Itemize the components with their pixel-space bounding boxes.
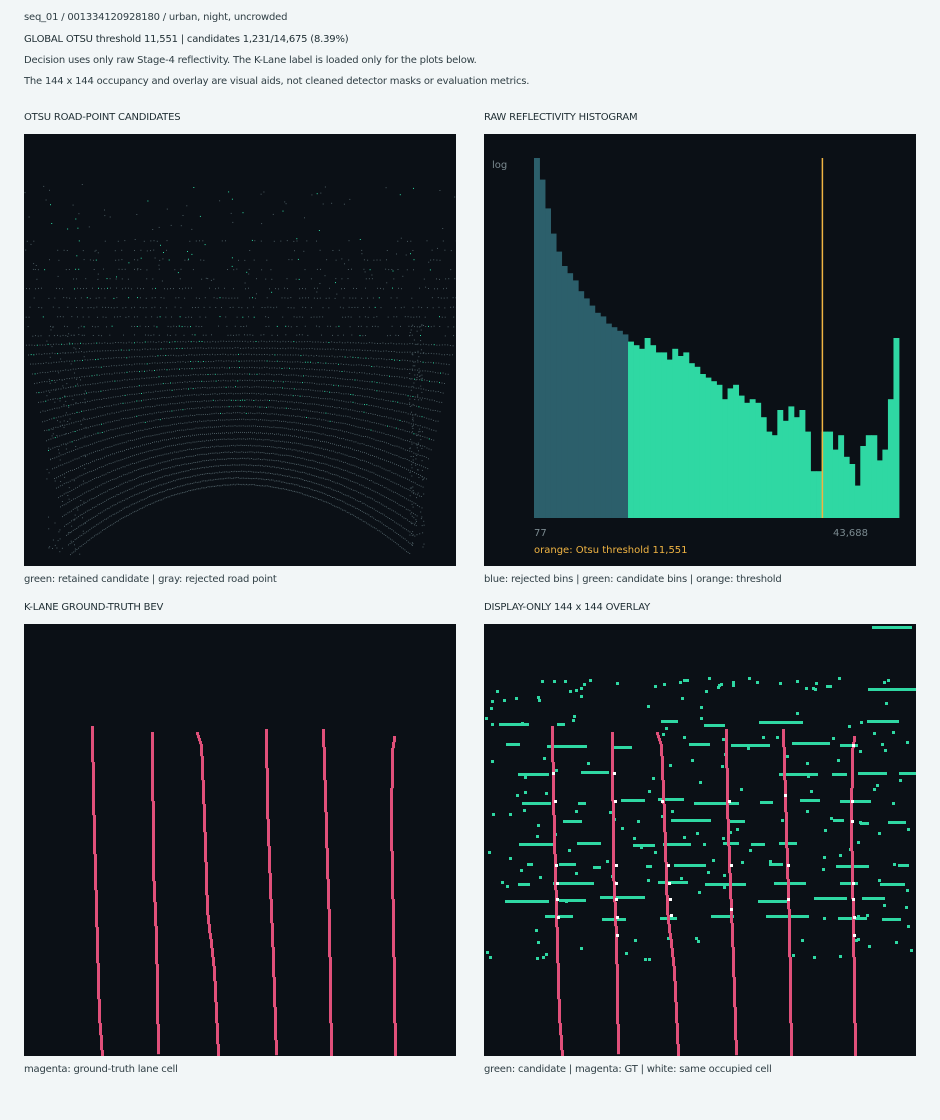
histogram-bar [887,399,894,518]
histogram-bar [556,251,563,518]
histogram-bar [860,446,867,518]
histogram-log-label: log [492,160,507,171]
x-max-label: 43,688 [833,528,868,539]
histogram-bar [854,485,861,518]
histogram-bar [633,345,640,518]
histogram-chart: log 77 43,688 orange: Otsu threshold 11,… [492,158,900,556]
histogram-bar [793,417,800,518]
otsu-summary: GLOBAL OTSU threshold 11,551 | candidate… [24,34,349,45]
overlay-grid [485,626,916,1056]
histogram-bar [677,356,684,518]
x-min-label: 77 [534,528,547,539]
histogram-bar [578,291,585,518]
histogram-bar [644,338,651,518]
histogram-bar [893,338,900,518]
histogram-bar [838,435,845,518]
overlay-caption: green: candidate | magenta: GT | white: … [484,1064,772,1075]
histogram-bar [771,435,778,518]
histogram-bar [666,359,673,518]
histogram-bar [766,431,773,518]
ground-truth-lanes [91,726,397,1056]
histogram-bar [816,471,822,518]
histogram-bar [699,374,706,518]
histogram-bar [788,406,795,518]
histogram-bar [722,399,728,518]
histogram-bar [827,431,834,518]
groundtruth-panel [24,624,456,1056]
candidates-panel-title: OTSU ROAD-POINT CANDIDATES [24,112,181,123]
histogram-bar [672,348,679,518]
histogram-bar [594,312,601,518]
histogram-bar [572,280,579,518]
histogram-bar [843,456,850,518]
histogram-bar [760,417,767,518]
histogram-bar [799,410,806,518]
histogram-bar [733,384,740,518]
description-line-2: The 144 x 144 occupancy and overlay are … [24,76,530,87]
histogram-bar [849,464,856,518]
histogram-bar [650,345,657,518]
candidates-panel [24,134,456,566]
histogram-panel-title: RAW REFLECTIVITY HISTOGRAM [484,112,638,123]
groundtruth-panel-title: K-LANE GROUND-TRUTH BEV [24,602,164,613]
overlay-panel-title: DISPLAY-ONLY 144 x 144 OVERLAY [484,602,650,613]
histogram-bar [749,399,756,518]
histogram-bar [832,449,839,518]
histogram-bar [611,327,618,518]
groundtruth-caption: magenta: ground-truth lane cell [24,1064,178,1075]
histogram-bar [534,158,540,518]
threshold-label: orange: Otsu threshold 11,551 [534,545,688,556]
description-line-1: Decision uses only raw Stage-4 reflectiv… [24,55,477,66]
histogram-panel: log 77 43,688 orange: Otsu threshold 11,… [484,134,916,566]
histogram-bar [628,341,634,518]
histogram-bar [639,348,646,518]
histogram-bar [694,366,701,518]
histogram-bar [622,334,629,518]
histogram-bar [688,363,695,518]
histogram-bar [545,208,551,518]
groundtruth-lanes [91,726,397,1056]
histogram-bar [589,305,596,518]
histogram-bar [705,377,712,518]
overlay-panel [484,624,916,1056]
histogram-bars [534,158,900,518]
histogram-bar [882,449,889,518]
histogram-bar [804,431,811,518]
histogram-bar [616,330,623,518]
candidates-caption: green: retained candidate | gray: reject… [24,574,277,585]
histogram-bar [727,388,734,518]
histogram-caption: blue: rejected bins | green: candidate b… [484,574,782,585]
histogram-bar [810,471,817,518]
histogram-bar [755,402,762,518]
histogram-bar [600,316,607,518]
histogram-bar [738,395,745,518]
histogram-bar [583,298,590,518]
histogram-bar [744,402,751,518]
histogram-bar [683,352,690,518]
histogram-bar [710,381,717,518]
candidates-point-cloud [24,184,456,556]
histogram-bar [561,266,568,518]
histogram-bar [655,352,662,518]
histogram-bar [605,323,612,518]
histogram-bar [661,352,668,518]
histogram-bar [716,384,723,518]
histogram-bar [777,410,784,518]
histogram-bar [865,435,872,518]
histogram-bar [876,460,883,518]
sequence-info: seq_01 / 001334120928180 / urban, night,… [24,12,288,23]
histogram-bar [550,233,557,518]
rejected-points [24,184,456,556]
candidate-points [30,187,441,451]
histogram-bar [567,273,574,518]
histogram-bar [782,420,789,518]
histogram-bar [871,435,878,518]
histogram-bar [539,179,546,518]
